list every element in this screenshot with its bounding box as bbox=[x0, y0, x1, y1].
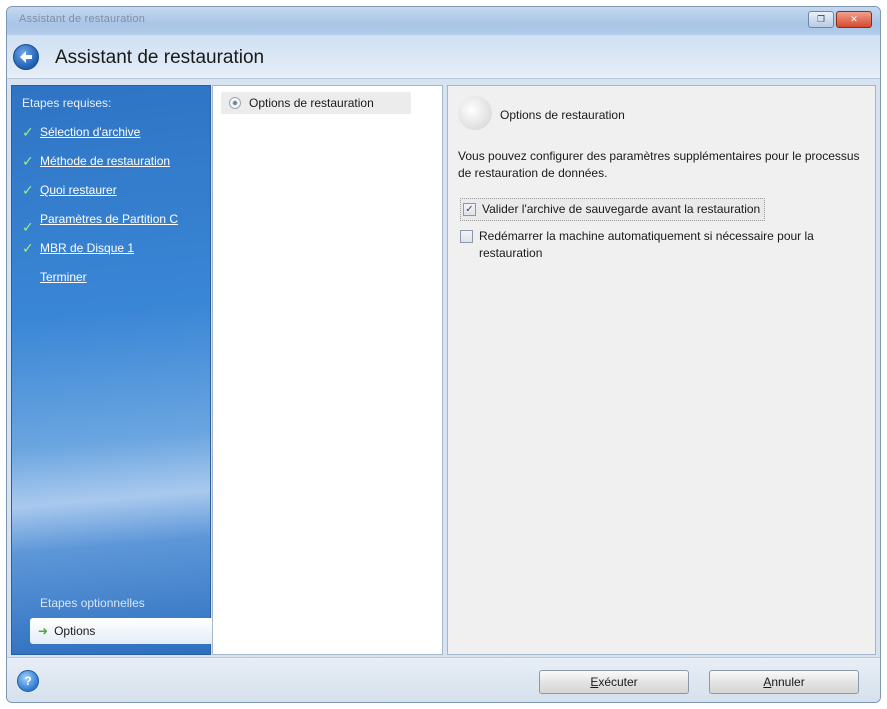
check-icon: ✓ bbox=[22, 124, 34, 140]
option-validate-archive[interactable]: ✓ Valider l'archive de sauvegarde avant … bbox=[460, 198, 766, 221]
back-arrow-icon[interactable] bbox=[13, 44, 39, 70]
optional-steps-heading: Etapes optionnelles bbox=[40, 596, 145, 610]
execute-button[interactable]: Exécuter bbox=[539, 670, 689, 694]
step-what-to-restore[interactable]: ✓ Quoi restaurer bbox=[12, 182, 210, 198]
steps-list: ✓ Sélection d'archive ✓ Méthode de resta… bbox=[12, 124, 210, 298]
panel-description: Vous pouvez configurer des paramètres su… bbox=[458, 149, 860, 180]
options-panel-icon bbox=[458, 96, 492, 130]
wizard-header: Assistant de restauration bbox=[7, 35, 880, 79]
step-link[interactable]: Quoi restaurer bbox=[40, 183, 117, 197]
page-title: Assistant de restauration bbox=[55, 47, 265, 68]
step-link[interactable]: Terminer bbox=[40, 270, 87, 284]
cancel-button[interactable]: Annuler bbox=[709, 670, 859, 694]
step-link[interactable]: Paramètres de Partition C bbox=[40, 212, 178, 226]
restore-window-button[interactable]: ❐ bbox=[808, 11, 834, 28]
step-link[interactable]: Méthode de restauration bbox=[40, 154, 170, 168]
options-tree: Options de restauration bbox=[212, 85, 443, 655]
close-icon: ✕ bbox=[850, 14, 858, 24]
window-title: Assistant de restauration bbox=[19, 13, 146, 25]
execute-label: Exécuter bbox=[590, 675, 638, 689]
step-link[interactable]: MBR de Disque 1 bbox=[40, 241, 134, 255]
title-bar: Assistant de restauration ❐ ✕ bbox=[7, 7, 880, 35]
step-link[interactable]: Sélection d'archive bbox=[40, 125, 140, 139]
check-icon: ✓ bbox=[22, 219, 34, 235]
tree-item-label: Options de restauration bbox=[249, 96, 374, 110]
steps-sidebar: Etapes requises: ✓ Sélection d'archive ✓… bbox=[11, 85, 212, 655]
options-node-icon bbox=[229, 97, 241, 109]
sidebar-item-options[interactable]: ➜ Options bbox=[30, 618, 212, 644]
step-finish[interactable]: Terminer bbox=[12, 269, 210, 285]
step-archive-selection[interactable]: ✓ Sélection d'archive bbox=[12, 124, 210, 140]
wizard-footer: ? Exécuter Annuler bbox=[7, 657, 880, 702]
check-icon: ✓ bbox=[22, 240, 34, 256]
restore-wizard-window: Assistant de restauration ❐ ✕ Assistant … bbox=[6, 6, 881, 703]
close-window-button[interactable]: ✕ bbox=[836, 11, 872, 28]
validate-archive-checkbox[interactable]: ✓ bbox=[463, 203, 476, 216]
window-controls: ❐ ✕ bbox=[808, 11, 872, 28]
option-auto-restart[interactable]: Redémarrer la machine automatiquement si… bbox=[460, 228, 850, 262]
panel-title: Options de restauration bbox=[500, 108, 625, 122]
required-steps-heading: Etapes requises: bbox=[22, 96, 112, 110]
tree-item-restore-options[interactable]: Options de restauration bbox=[221, 92, 411, 114]
check-icon: ✓ bbox=[22, 153, 34, 169]
restore-icon: ❐ bbox=[816, 14, 826, 24]
option-label: Valider l'archive de sauvegarde avant la… bbox=[482, 202, 761, 216]
help-icon[interactable]: ? bbox=[17, 670, 39, 692]
option-label: Redémarrer la machine automatiquement si… bbox=[479, 229, 814, 260]
check-icon: ✓ bbox=[22, 182, 34, 198]
step-mbr-disk[interactable]: ✓ MBR de Disque 1 bbox=[12, 240, 210, 256]
auto-restart-checkbox[interactable] bbox=[460, 230, 473, 243]
options-panel: Options de restauration Vous pouvez conf… bbox=[447, 85, 876, 655]
step-restore-method[interactable]: ✓ Méthode de restauration bbox=[12, 153, 210, 169]
sidebar-item-label: Options bbox=[54, 624, 96, 638]
arrow-right-icon: ➜ bbox=[38, 624, 49, 638]
cancel-label: Annuler bbox=[763, 675, 805, 689]
step-partition-settings[interactable]: ✓ Paramètres de Partition C bbox=[12, 211, 192, 235]
